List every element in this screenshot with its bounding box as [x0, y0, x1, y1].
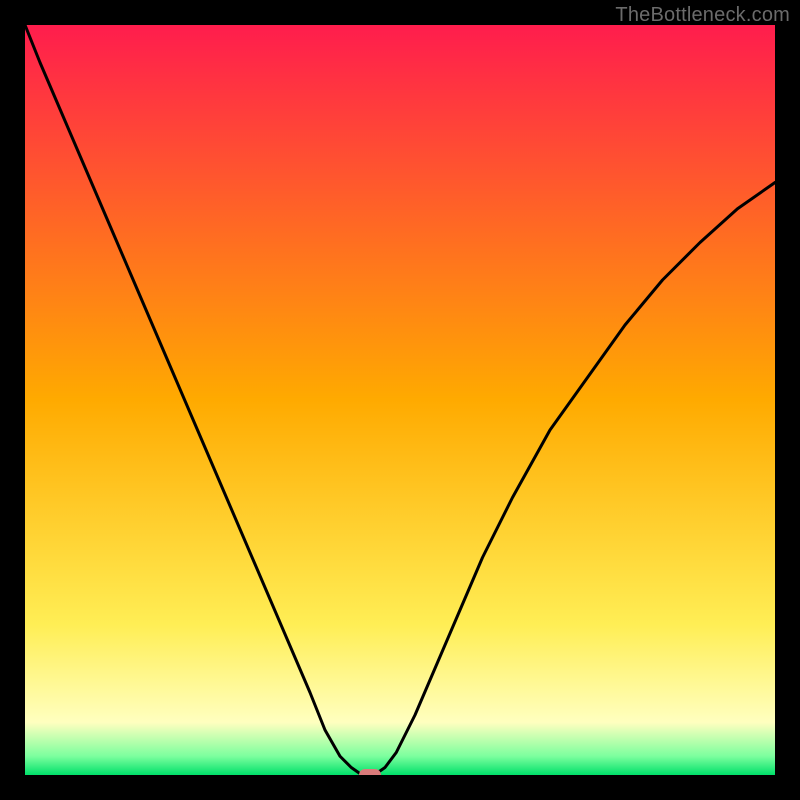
plot-area: [25, 25, 775, 775]
optimal-marker: [359, 769, 381, 775]
chart-background: [25, 25, 775, 775]
watermark-text: TheBottleneck.com: [615, 4, 790, 27]
chart-frame: TheBottleneck.com: [0, 0, 800, 800]
chart-svg: [25, 25, 775, 775]
